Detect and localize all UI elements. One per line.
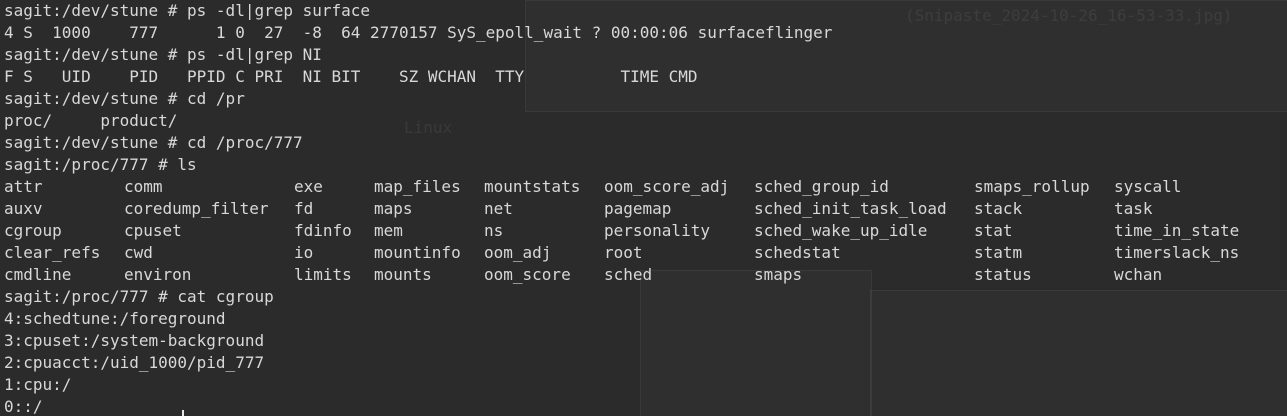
ls-entry: clear_refs <box>4 243 101 262</box>
terminal-window[interactable]: { "terminal": { "lines_before_ls": [ "sa… <box>0 0 1287 416</box>
ls-entry: fdinfo <box>294 221 352 240</box>
ls-entry: syscall <box>1114 177 1182 196</box>
ls-entry: cmdline <box>4 265 72 284</box>
ls-entry: smaps <box>754 265 803 284</box>
ls-entry: exe <box>294 177 323 196</box>
ls-entry: mounts <box>374 265 432 284</box>
ls-output-row: clear_refs cwd io mountinfo oom_adj root sched… <box>4 242 1287 264</box>
terminal-line: 4:schedtune:/foreground <box>4 309 226 328</box>
ls-entry: stat <box>974 221 1013 240</box>
ls-entry: fd <box>294 199 314 218</box>
terminal-line: 1:cpu:/ <box>4 375 72 394</box>
ls-entry: cgroup <box>4 221 62 240</box>
ls-entry: sched <box>604 265 653 284</box>
terminal-line: proc/ product/ <box>4 111 178 130</box>
ls-entry: wchan <box>1114 265 1163 284</box>
ls-entry: schedstat <box>754 243 841 262</box>
terminal-line: sagit:/dev/stune # cd /pr <box>4 89 245 108</box>
ls-entry: mem <box>374 221 403 240</box>
ls-entry: oom_score_adj <box>604 177 730 196</box>
ls-entry: ns <box>484 221 504 240</box>
ls-entry: sched_wake_up_idle <box>754 221 928 240</box>
ls-entry: sched_group_id <box>754 177 889 196</box>
ls-output-row: attr comm exe map_files mountstats oom_score_… <box>4 176 1287 198</box>
ls-entry: environ <box>124 265 192 284</box>
ls-entry: smaps_rollup <box>974 177 1090 196</box>
terminal-line: F S UID PID PPID C PRI NI BIT SZ WCHAN T… <box>4 67 698 86</box>
text-cursor <box>182 410 184 416</box>
ls-entry: cpuset <box>124 221 182 240</box>
ls-entry: oom_score <box>484 265 571 284</box>
ls-entry: stack <box>974 199 1023 218</box>
ls-entry: pagemap <box>604 199 672 218</box>
ls-entry: cwd <box>124 243 153 262</box>
ls-entry: limits <box>294 265 352 284</box>
terminal-line: 3:cpuset:/system-background <box>4 331 265 350</box>
ls-entry: attr <box>4 177 43 196</box>
terminal-line: 2:cpuacct:/uid_1000/pid_777 <box>4 353 265 372</box>
ls-output-row: auxv coredump_filter fd maps net pagemap sched… <box>4 198 1287 220</box>
ls-entry: oom_adj <box>484 243 552 262</box>
ls-output-row: cmdline environ limits mounts oom_score sched… <box>4 264 1287 286</box>
ls-entry: net <box>484 199 513 218</box>
ls-entry: status <box>974 265 1032 284</box>
terminal-line: sagit:/proc/777 # ls <box>4 155 197 174</box>
ls-entry: timerslack_ns <box>1114 243 1240 262</box>
ls-entry: sched_init_task_load <box>754 199 947 218</box>
terminal-output[interactable]: sagit:/dev/stune # ps -dl|grep surface 4 … <box>4 0 1287 416</box>
terminal-line: sagit:/proc/777 # cat cgroup <box>4 287 274 306</box>
ls-entry: statm <box>974 243 1023 262</box>
terminal-line: sagit:/dev/stune # cd /proc/777 <box>4 133 303 152</box>
ls-entry: time_in_state <box>1114 221 1240 240</box>
ls-entry: map_files <box>374 177 461 196</box>
ls-entry: mountstats <box>484 177 581 196</box>
terminal-line: 4 S 1000 777 1 0 27 -8 64 2770157 SyS_ep… <box>4 23 833 42</box>
ls-entry: comm <box>124 177 163 196</box>
ls-entry: task <box>1114 199 1153 218</box>
ls-output-row: cgroup cpuset fdinfo mem ns personality sched_… <box>4 220 1287 242</box>
ls-entry: coredump_filter <box>124 199 269 218</box>
ls-entry: personality <box>604 221 710 240</box>
ls-entry: maps <box>374 199 413 218</box>
terminal-line: sagit:/dev/stune # ps -dl|grep NI <box>4 45 322 64</box>
ls-entry: auxv <box>4 199 43 218</box>
terminal-line: sagit:/dev/stune # ps -dl|grep surface <box>4 1 371 20</box>
ls-entry: root <box>604 243 643 262</box>
ls-entry: mountinfo <box>374 243 461 262</box>
ls-entry: io <box>294 243 314 262</box>
terminal-line: 0::/ <box>4 397 43 416</box>
